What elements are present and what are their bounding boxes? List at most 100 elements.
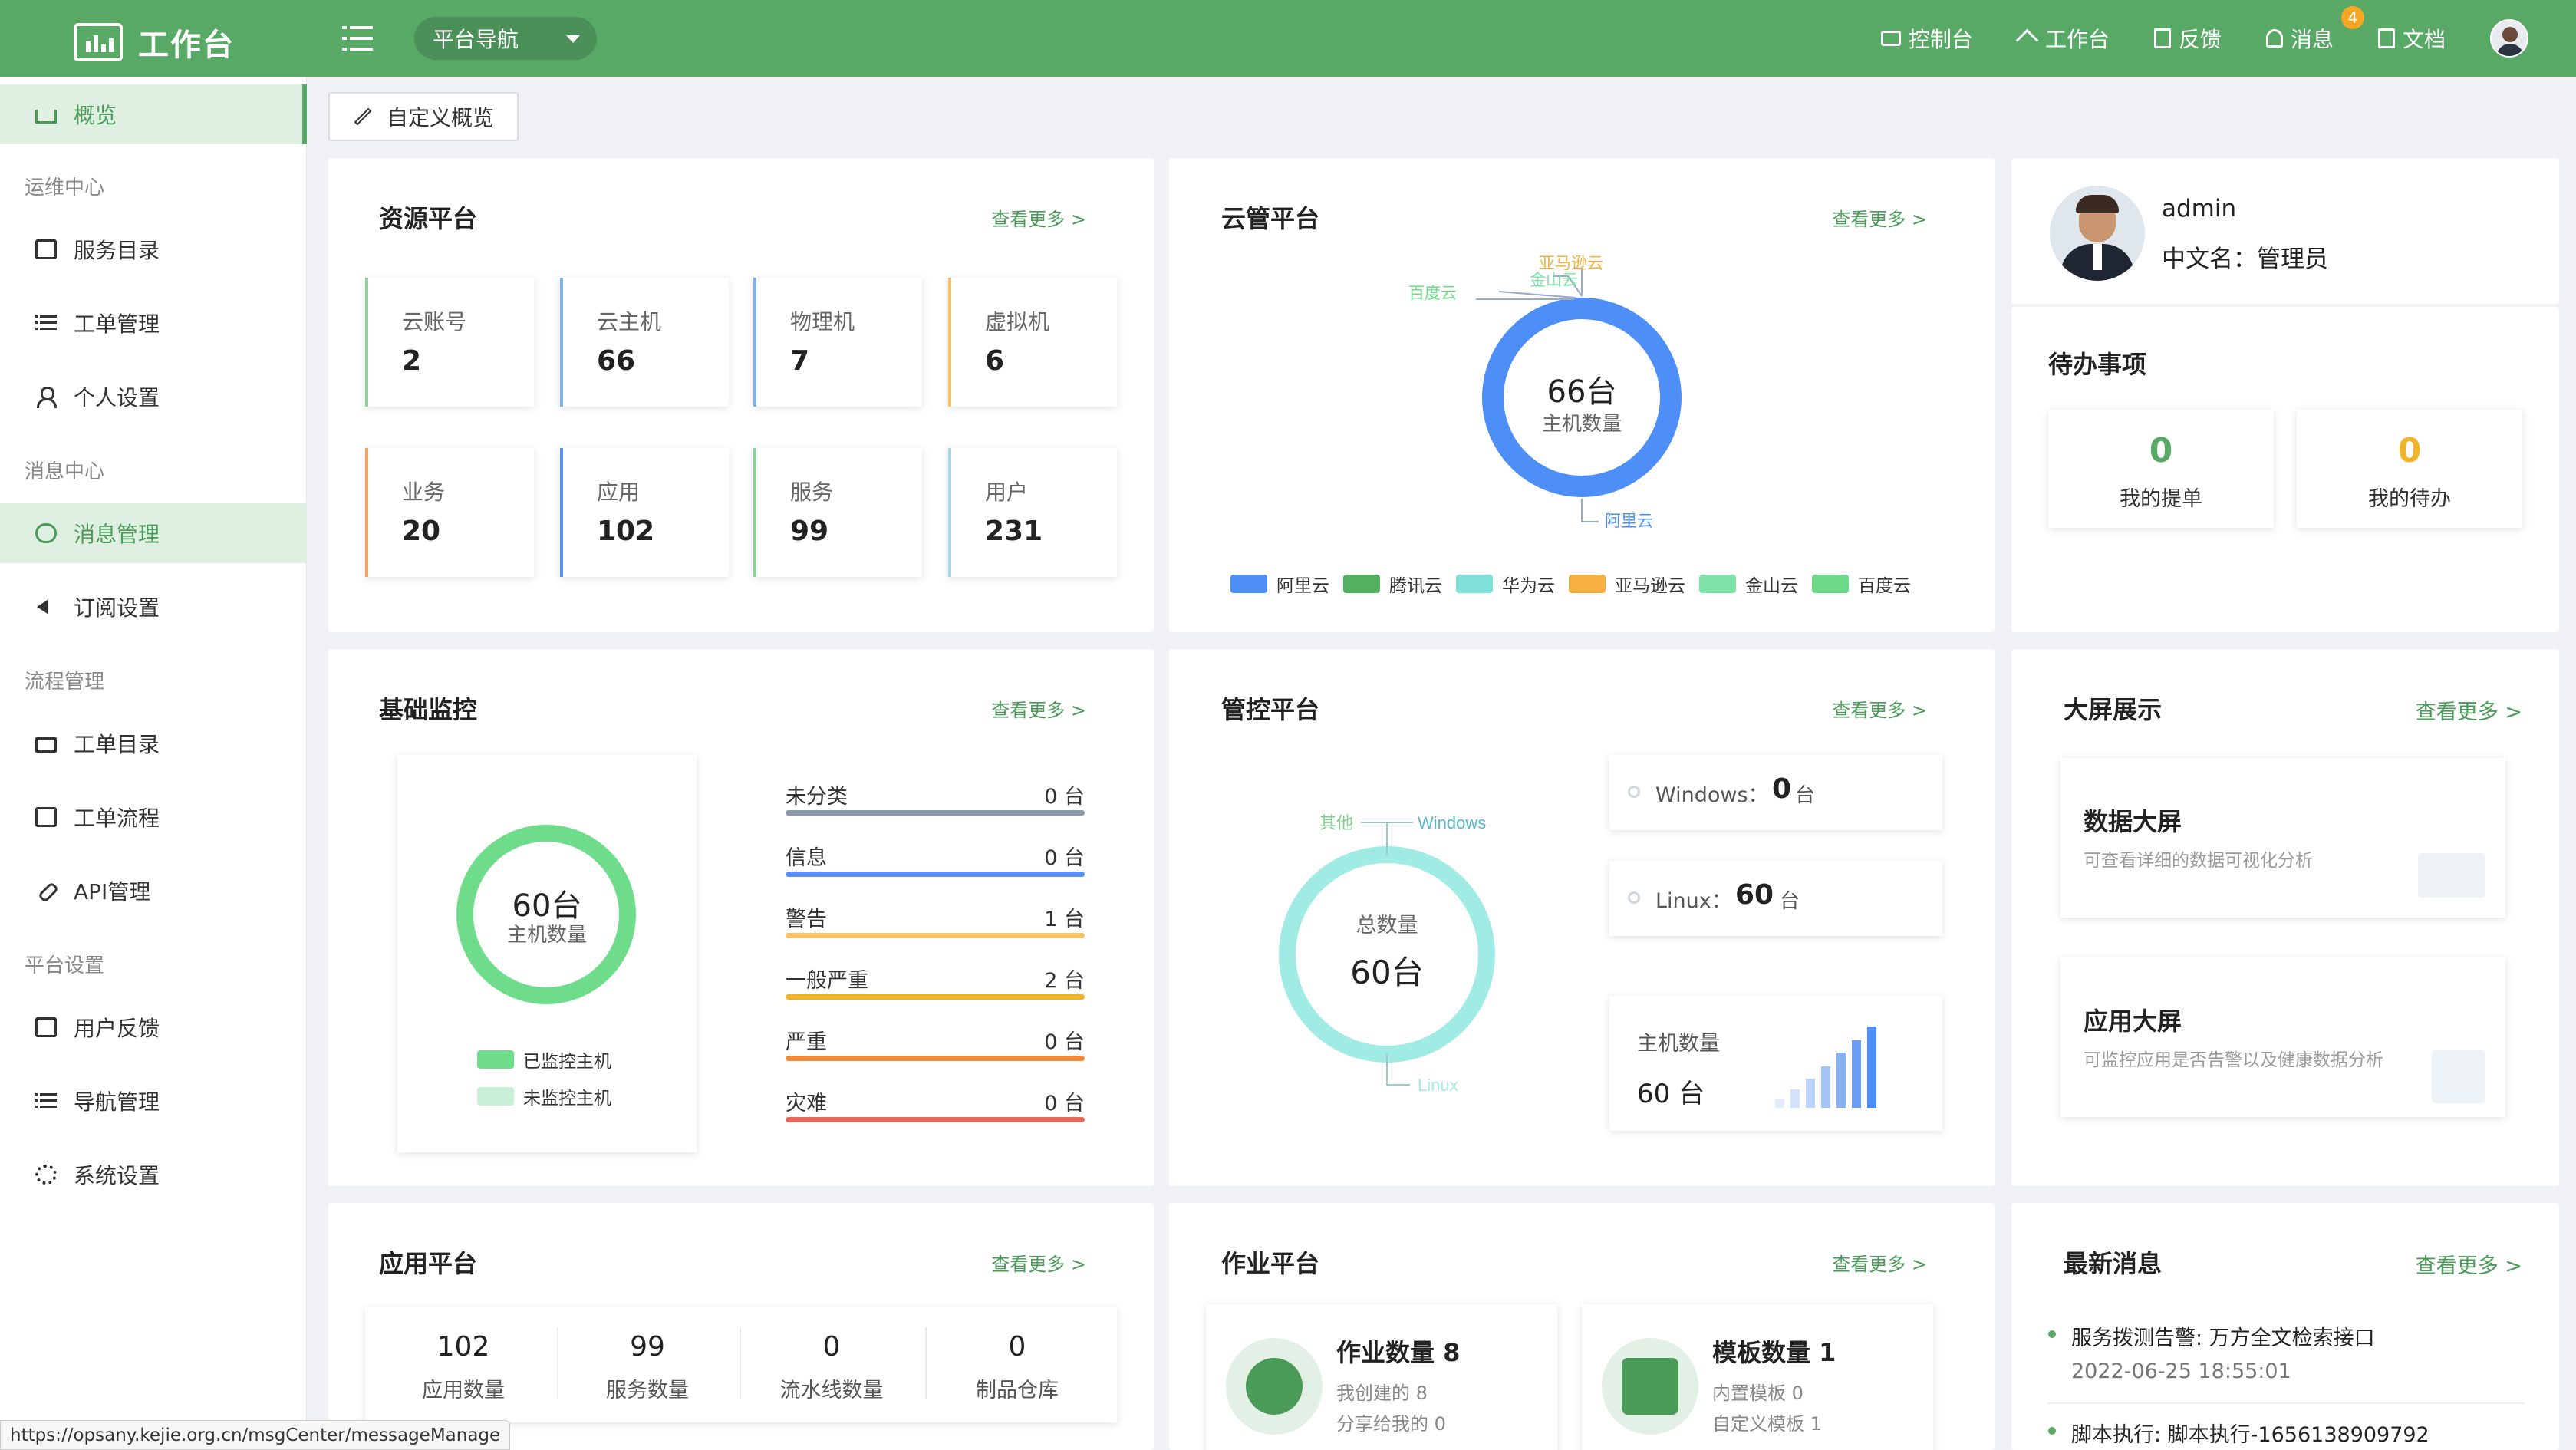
monitor-donut-panel: 60台 主机数量 已监控主机 未监控主机 xyxy=(397,755,697,1152)
user-avatar[interactable] xyxy=(2490,19,2528,58)
divider xyxy=(2048,1402,2524,1404)
app-stat-value: 0 xyxy=(1008,1331,1026,1363)
job-title: 作业数量 8 xyxy=(1336,1338,1461,1367)
callout-amazon: 亚马逊云 xyxy=(1539,255,1603,272)
legend-item[interactable]: 金山云 xyxy=(1699,571,1798,597)
view-more-link[interactable]: 查看更多 > xyxy=(991,1249,1086,1276)
stat-label: 业务 xyxy=(402,479,446,505)
level-name: 信息 xyxy=(786,846,827,870)
stat-card[interactable]: 服务 99 xyxy=(753,448,922,577)
link-docs[interactable]: 文档 xyxy=(2377,23,2446,54)
data-screen-item[interactable]: 数据大屏 可查看详细的数据可视化分析 xyxy=(2060,758,2505,918)
legend-item[interactable]: 已监控主机 xyxy=(477,1046,611,1073)
app-stat-label: 流水线数量 xyxy=(779,1379,884,1402)
stat-card[interactable]: 云账号 2 xyxy=(365,278,534,407)
stat-card[interactable]: 物理机 7 xyxy=(753,278,922,407)
stat-card[interactable]: 应用 102 xyxy=(560,448,729,577)
host-count-box[interactable]: 主机数量 60 台 xyxy=(1609,996,1942,1131)
admin-avatar xyxy=(2050,186,2145,281)
sidebar-item-ticket-management[interactable]: 工单管理 xyxy=(0,293,307,353)
app-stat[interactable]: 102 应用数量 xyxy=(371,1331,555,1403)
stat-card[interactable]: 用户 231 xyxy=(948,448,1117,577)
stat-card[interactable]: 业务 20 xyxy=(365,448,534,577)
legend-item[interactable]: 未监控主机 xyxy=(477,1083,611,1109)
todo-my-tickets[interactable]: 0 我的提单 xyxy=(2048,410,2274,528)
sidebar-item-subscription-settings[interactable]: 订阅设置 xyxy=(0,577,307,637)
view-more-link[interactable]: 查看更多 > xyxy=(1832,1249,1927,1276)
card-title: 基础监控 xyxy=(379,695,478,724)
screen-desc: 可查看详细的数据可视化分析 xyxy=(2084,851,2313,871)
stat-label: 云主机 xyxy=(597,309,662,334)
stat-value: 66 xyxy=(597,345,636,377)
menu-toggle-icon[interactable] xyxy=(342,26,373,51)
screen-desc: 可监控应用是否告警以及健康数据分析 xyxy=(2084,1050,2383,1070)
sidebar-item-overview[interactable]: 概览 xyxy=(0,84,307,144)
sidebar-item-api-management[interactable]: API管理 xyxy=(0,861,307,921)
app-stat[interactable]: 99 服务数量 xyxy=(555,1331,740,1403)
platform-nav-dropdown[interactable]: 平台导航 xyxy=(414,17,597,60)
news-item[interactable]: 脚本执行: 脚本执行-1656138909792 xyxy=(2048,1418,2429,1448)
view-more-link[interactable]: 查看更多 > xyxy=(2416,1249,2522,1279)
sidebar-item-service-catalog[interactable]: 服务目录 xyxy=(0,219,307,279)
user-icon xyxy=(35,387,57,408)
news-item[interactable]: 服务拨测告警: 万方全文检索接口 xyxy=(2048,1321,2375,1351)
legend-item[interactable]: 腾讯云 xyxy=(1343,571,1442,597)
legend-item[interactable]: 百度云 xyxy=(1812,571,1911,597)
news-time: 2022-06-25 18:55:01 xyxy=(2071,1359,2291,1383)
sidebar-item-label: 消息管理 xyxy=(74,522,160,547)
sidebar-item-ticket-catalog[interactable]: 工单目录 xyxy=(0,713,307,773)
sidebar-item-message-management[interactable]: 消息管理 xyxy=(0,503,307,563)
cloud-legend: 阿里云 腾讯云 华为云 亚马逊云 金山云 百度云 xyxy=(1230,571,1925,597)
sidebar-item-user-feedback[interactable]: 用户反馈 xyxy=(0,997,307,1057)
profile-card: admin 中文名：管理员 xyxy=(2011,158,2559,304)
linux-count-box[interactable]: Linux： 60 台 xyxy=(1609,861,1942,936)
sidebar-item-label: 工单管理 xyxy=(74,311,160,337)
app-stat[interactable]: 0 制品仓库 xyxy=(925,1331,1109,1403)
legend-item[interactable]: 华为云 xyxy=(1456,571,1555,597)
cloud-center-value: 66台 xyxy=(1547,374,1617,410)
app-stat-value: 99 xyxy=(630,1331,665,1363)
stat-card[interactable]: 云主机 66 xyxy=(560,278,729,407)
app-stat[interactable]: 0 流水线数量 xyxy=(740,1331,924,1403)
link-workbench[interactable]: 工作台 xyxy=(2018,23,2110,54)
windows-count-box[interactable]: Windows： 0 台 xyxy=(1609,755,1942,830)
link-messages[interactable]: 消息 4 xyxy=(2265,6,2364,54)
platform-nav-label: 平台导航 xyxy=(433,27,519,52)
profile-cn-name: 中文名：管理员 xyxy=(2162,239,2328,274)
level-bar xyxy=(786,872,1085,877)
sidebar-item-label: 工单目录 xyxy=(74,732,160,757)
sidebar-item-nav-management[interactable]: 导航管理 xyxy=(0,1071,307,1131)
level-bar xyxy=(786,1056,1085,1061)
bell-icon xyxy=(2265,29,2283,48)
callout-kingsoft: 金山云 xyxy=(1530,272,1578,289)
sidebar-item-system-settings[interactable]: 系统设置 xyxy=(0,1145,307,1204)
sidebar-item-label: 导航管理 xyxy=(74,1089,160,1115)
card-title: 待办事项 xyxy=(2048,350,2147,379)
template-count-box[interactable]: 模板数量 1 内置模板 0 自定义模板 1 xyxy=(1582,1304,1933,1450)
customize-overview-button[interactable]: 自定义概览 xyxy=(328,92,519,141)
sidebar-item-label: API管理 xyxy=(74,879,151,905)
sidebar-item-label: 个人设置 xyxy=(74,385,160,410)
callout-windows: Windows xyxy=(1418,813,1486,832)
view-more-link[interactable]: 查看更多 > xyxy=(991,695,1086,722)
app-logo[interactable]: 工作台 xyxy=(74,20,235,64)
stat-value: 7 xyxy=(790,345,810,377)
job-count-box[interactable]: 作业数量 8 我创建的 8 分享给我的 0 xyxy=(1206,1304,1557,1450)
document-icon xyxy=(2377,28,2395,48)
sidebar-item-personal-settings[interactable]: 个人设置 xyxy=(0,367,307,427)
view-more-link[interactable]: 查看更多 > xyxy=(2416,695,2522,725)
legend-item[interactable]: 亚马逊云 xyxy=(1569,571,1685,597)
job-line: 我创建的 8 xyxy=(1336,1382,1428,1404)
news-text: 服务拨测告警: 万方全文检索接口 xyxy=(2071,1326,2375,1350)
link-feedback[interactable]: 反馈 xyxy=(2153,23,2222,54)
view-more-link[interactable]: 查看更多 > xyxy=(991,204,1086,231)
stat-card[interactable]: 虚拟机 6 xyxy=(948,278,1117,407)
app-stat-value: 102 xyxy=(436,1331,490,1363)
app-screen-item[interactable]: 应用大屏 可监控应用是否告警以及健康数据分析 xyxy=(2060,957,2505,1117)
legend-item[interactable]: 阿里云 xyxy=(1230,571,1329,597)
sidebar-item-ticket-flow[interactable]: 工单流程 xyxy=(0,787,307,847)
link-console[interactable]: 控制台 xyxy=(1880,23,1973,54)
todo-my-pending[interactable]: 0 我的待办 xyxy=(2297,410,2522,528)
sidebar: 概览 运维中心 服务目录 工单管理 个人设置 消息中心 消息管理 订阅设置 流程… xyxy=(0,77,307,1450)
chat-icon xyxy=(35,523,57,543)
